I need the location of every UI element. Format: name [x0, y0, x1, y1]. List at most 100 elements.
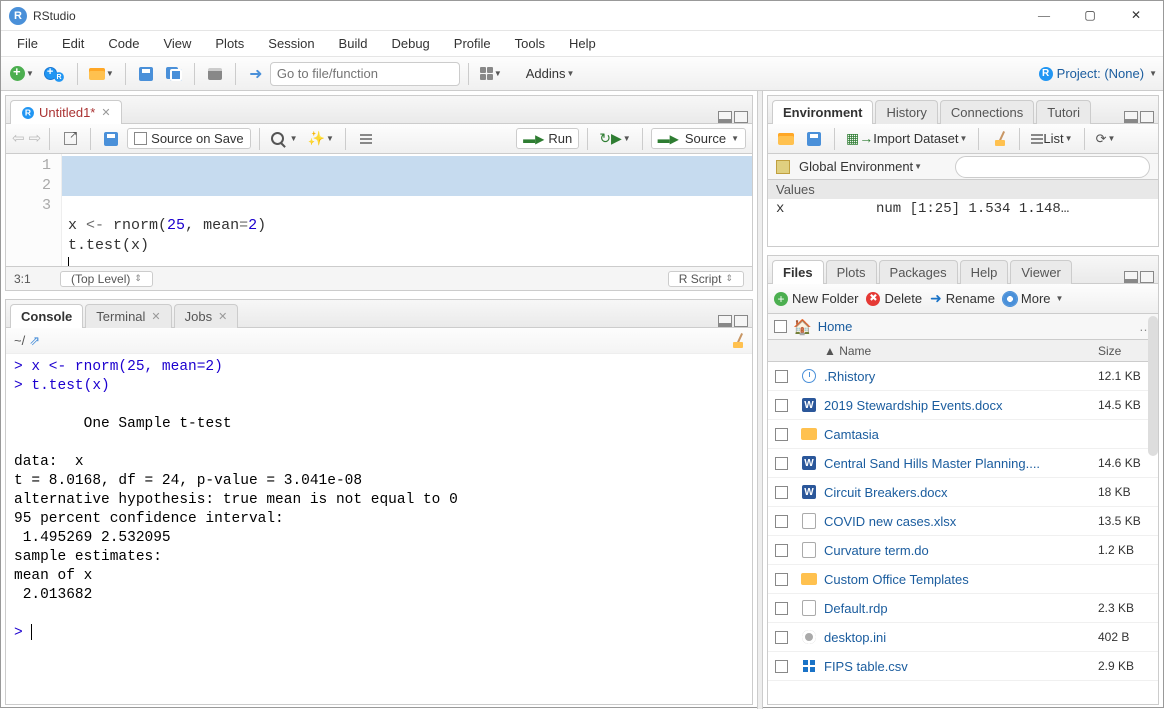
code-tools-button[interactable]: ✨▼ — [305, 127, 337, 151]
load-workspace-button[interactable] — [774, 127, 798, 151]
file-name[interactable]: .Rhistory — [824, 369, 1098, 384]
source-on-save-toggle[interactable]: Source on Save — [127, 128, 251, 149]
env-scope-selector[interactable]: Global Environment ▼ — [796, 155, 925, 179]
pane-maximize-button[interactable] — [734, 111, 748, 123]
select-all-checkbox[interactable] — [774, 320, 787, 333]
file-row[interactable]: COVID new cases.xlsx13.5 KB — [768, 507, 1158, 536]
env-tab-tutori[interactable]: Tutori — [1036, 100, 1091, 124]
file-checkbox[interactable] — [775, 370, 788, 383]
save-workspace-button[interactable] — [802, 127, 826, 151]
name-column-header[interactable]: ▲ Name — [824, 344, 1098, 358]
file-name[interactable]: Camtasia — [824, 427, 1098, 442]
menu-profile[interactable]: Profile — [442, 34, 503, 53]
jobs-tab[interactable]: Jobs ✕ — [174, 304, 239, 328]
env-tab-environment[interactable]: Environment — [772, 100, 873, 124]
pane-minimize-button[interactable] — [718, 111, 732, 123]
file-row[interactable]: WCircuit Breakers.docx18 KB — [768, 478, 1158, 507]
window-close-button[interactable]: ✕ — [1113, 1, 1159, 31]
file-row[interactable]: FIPS table.csv2.9 KB — [768, 652, 1158, 681]
file-checkbox[interactable] — [775, 457, 788, 470]
project-selector[interactable]: R Project: (None) ▼ — [1039, 66, 1157, 81]
home-icon[interactable]: 🏠 — [793, 318, 812, 336]
refresh-env-button[interactable]: ⟳▼ — [1093, 127, 1119, 151]
files-tab-packages[interactable]: Packages — [879, 260, 958, 284]
source-script-button[interactable]: ▬▶Source ▼ — [651, 128, 746, 149]
open-file-button[interactable]: ▼ — [86, 62, 117, 86]
addins-button[interactable]: Addins ▼ — [523, 62, 578, 86]
save-all-button[interactable] — [162, 62, 186, 86]
menu-help[interactable]: Help — [557, 34, 608, 53]
goto-file-function-input[interactable] — [277, 66, 453, 81]
env-variable-row[interactable]: xnum [1:25] 1.534 1.148… — [768, 199, 1158, 219]
window-minimize-button[interactable]: — — [1021, 1, 1067, 31]
run-button[interactable]: ▬▶ Run — [516, 128, 579, 149]
file-checkbox[interactable] — [775, 573, 788, 586]
file-name[interactable]: desktop.ini — [824, 630, 1098, 645]
pane-maximize-button[interactable] — [1140, 111, 1154, 123]
menu-build[interactable]: Build — [327, 34, 380, 53]
rename-button[interactable]: ➜Rename — [930, 290, 995, 307]
env-search-input[interactable] — [955, 156, 1150, 178]
code-line[interactable] — [68, 256, 746, 266]
menu-view[interactable]: View — [151, 34, 203, 53]
files-tab-help[interactable]: Help — [960, 260, 1009, 284]
files-tab-files[interactable]: Files — [772, 260, 824, 284]
env-tab-history[interactable]: History — [875, 100, 937, 124]
console-output[interactable]: > x <- rnorm(25, mean=2)> t.test(x) One … — [6, 354, 752, 704]
file-row[interactable]: WCentral Sand Hills Master Planning....1… — [768, 449, 1158, 478]
menu-code[interactable]: Code — [96, 34, 151, 53]
more-button[interactable]: More ▼ — [1003, 291, 1064, 306]
window-maximize-button[interactable]: ▢ — [1067, 1, 1113, 31]
menu-plots[interactable]: Plots — [203, 34, 256, 53]
file-checkbox[interactable] — [775, 602, 788, 615]
rerun-button[interactable]: ↻▶▼ — [596, 127, 633, 151]
menu-edit[interactable]: Edit — [50, 34, 96, 53]
menu-session[interactable]: Session — [256, 34, 326, 53]
scope-selector[interactable]: (Top Level) ⇕ — [60, 271, 153, 287]
clear-workspace-button[interactable] — [987, 127, 1011, 151]
close-icon[interactable]: ✕ — [151, 310, 160, 323]
clear-console-button[interactable] — [730, 334, 744, 348]
show-in-new-window-button[interactable] — [58, 127, 82, 151]
close-icon[interactable]: ✕ — [218, 310, 227, 323]
compile-report-button[interactable] — [354, 127, 378, 151]
new-project-button[interactable]: R — [41, 62, 69, 86]
file-row[interactable]: W2019 Stewardship Events.docx14.5 KB — [768, 391, 1158, 420]
file-row[interactable]: .Rhistory12.1 KB — [768, 362, 1158, 391]
file-row[interactable]: Camtasia — [768, 420, 1158, 449]
nav-back-button[interactable]: ⇦ — [12, 129, 25, 148]
file-name[interactable]: FIPS table.csv — [824, 659, 1098, 674]
source-editor[interactable]: 123 x <- rnorm(25, mean=2)t.test(x) — [6, 154, 752, 266]
file-row[interactable]: Curvature term.do1.2 KB — [768, 536, 1158, 565]
file-checkbox[interactable] — [775, 660, 788, 673]
find-button[interactable]: ▼ — [268, 127, 301, 151]
delete-button[interactable]: ✖ Delete — [866, 291, 922, 306]
view-mode-button[interactable]: List ▼ — [1028, 127, 1075, 151]
file-row[interactable]: Default.rdp2.3 KB — [768, 594, 1158, 623]
close-icon[interactable]: ✕ — [101, 106, 110, 119]
file-name[interactable]: Curvature term.do — [824, 543, 1098, 558]
files-tab-plots[interactable]: Plots — [826, 260, 877, 284]
menu-file[interactable]: File — [5, 34, 50, 53]
new-file-button[interactable]: ▼ — [7, 62, 37, 86]
pane-maximize-button[interactable] — [1140, 271, 1154, 283]
source-tab[interactable]: R Untitled1* ✕ — [10, 100, 122, 124]
env-tab-connections[interactable]: Connections — [940, 100, 1034, 124]
pane-minimize-button[interactable] — [718, 315, 732, 327]
menu-debug[interactable]: Debug — [379, 34, 441, 53]
language-selector[interactable]: R Script ⇕ — [668, 271, 744, 287]
pane-minimize-button[interactable] — [1124, 271, 1138, 283]
save-file-button[interactable] — [99, 127, 123, 151]
nav-forward-button[interactable]: ⇨ — [29, 129, 42, 148]
workspace-layout-button[interactable]: ▼ — [477, 62, 505, 86]
file-row[interactable]: desktop.ini402 B — [768, 623, 1158, 652]
file-checkbox[interactable] — [775, 399, 788, 412]
file-checkbox[interactable] — [775, 515, 788, 528]
scrollbar[interactable] — [1148, 316, 1158, 456]
file-checkbox[interactable] — [775, 544, 788, 557]
pane-minimize-button[interactable] — [1124, 111, 1138, 123]
file-name[interactable]: Default.rdp — [824, 601, 1098, 616]
new-folder-button[interactable]: +New Folder — [774, 291, 858, 306]
import-dataset-button[interactable]: ▦→ Import Dataset ▼ — [843, 127, 970, 151]
file-checkbox[interactable] — [775, 486, 788, 499]
